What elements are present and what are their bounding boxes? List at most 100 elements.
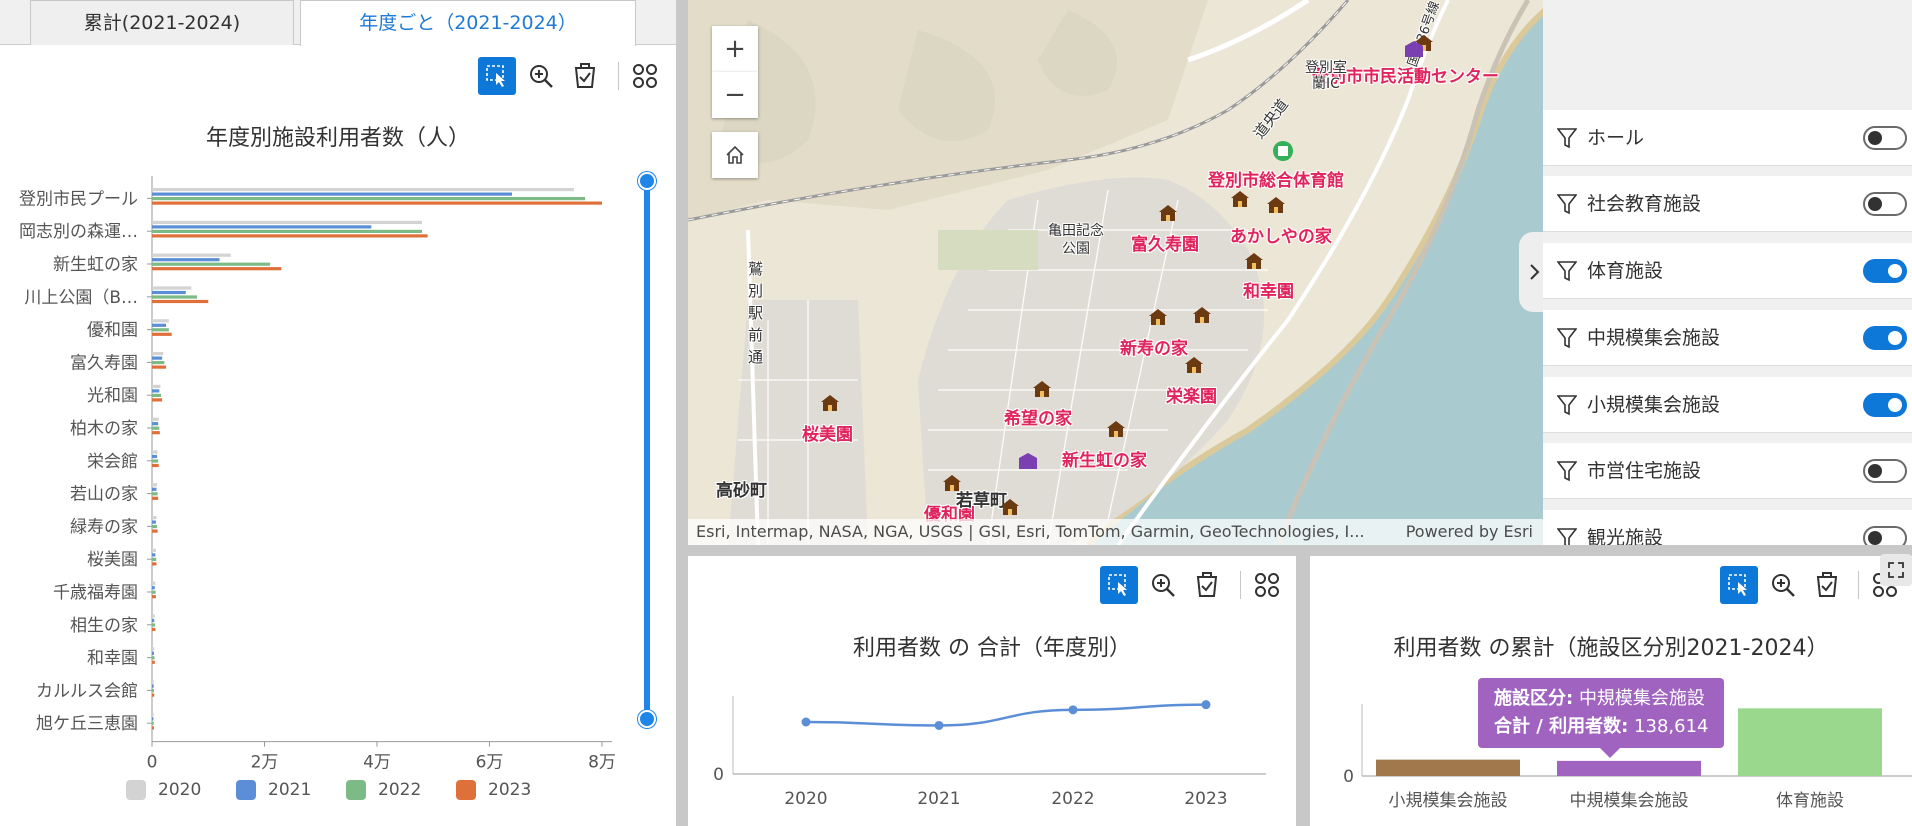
bar-2023 bbox=[152, 267, 282, 271]
zoom-in-button[interactable]: + bbox=[712, 26, 758, 72]
map-label-wakoen[interactable]: 和幸園 bbox=[1243, 277, 1294, 302]
bar-2023 bbox=[152, 595, 156, 599]
facility-marker-icon[interactable] bbox=[1244, 252, 1264, 270]
legend-swatch bbox=[126, 780, 146, 800]
bar-2023 bbox=[152, 398, 163, 402]
y-tick-label: 0 bbox=[1343, 767, 1354, 787]
tab-cumulative[interactable]: 累計(2021-2024) bbox=[30, 0, 294, 45]
map-label-takasago: 高砂町 bbox=[716, 481, 767, 501]
bar-2022 bbox=[152, 590, 156, 594]
bar-2023 bbox=[152, 299, 209, 304]
map-attribution: Esri, Intermap, NASA, NGA, USGS | GSI, E… bbox=[688, 519, 1543, 545]
y-category-label: 相生の家 bbox=[70, 616, 138, 636]
facility-marker-icon[interactable] bbox=[1192, 306, 1212, 324]
filter-toggle-small-meeting[interactable] bbox=[1863, 393, 1907, 417]
bar-2020 bbox=[152, 286, 192, 290]
filter-row-sports[interactable]: 体育施設 bbox=[1543, 243, 1912, 299]
bar-2023 bbox=[152, 463, 159, 468]
map-label-kibou[interactable]: 希望の家 bbox=[1004, 404, 1072, 429]
filter-row-social-education[interactable]: 社会教育施設 bbox=[1543, 176, 1912, 232]
bar-2022 bbox=[152, 295, 197, 299]
bar-2023 bbox=[152, 562, 157, 566]
filter-toggle-public-housing[interactable] bbox=[1863, 459, 1907, 483]
filter-toggle-hall[interactable] bbox=[1863, 126, 1907, 150]
y-category-label: 川上公園（B… bbox=[24, 288, 138, 308]
facility-marker-icon[interactable] bbox=[1184, 356, 1204, 374]
filter-icon bbox=[1557, 528, 1577, 545]
legend-swatch bbox=[456, 780, 476, 800]
filter-row-tourism[interactable]: 観光施設 bbox=[1543, 510, 1912, 545]
facility-marker-icon[interactable] bbox=[1148, 308, 1168, 326]
bar-2020 bbox=[152, 483, 158, 487]
hall-marker-icon[interactable] bbox=[1018, 452, 1038, 470]
y-category-label: 千歳福寿園 bbox=[53, 583, 138, 603]
facility-marker-icon[interactable] bbox=[1106, 420, 1126, 438]
map-label-akashiya[interactable]: あかしやの家 bbox=[1230, 222, 1332, 247]
map-label-ouhien[interactable]: 桜美園 bbox=[802, 420, 853, 445]
gymnasium-marker-icon[interactable] bbox=[1272, 140, 1294, 162]
filter-toggle-medium-meeting[interactable] bbox=[1863, 326, 1907, 350]
bar-2022 bbox=[152, 229, 422, 233]
filter-toggle-tourism[interactable] bbox=[1863, 526, 1907, 545]
chart-tooltip: 施設区分: 中規模集会施設 合計 / 利用者数: 138,614 bbox=[1478, 678, 1725, 758]
filter-icon bbox=[1557, 128, 1577, 149]
map-label-gymnasium[interactable]: 登別市総合体育館 bbox=[1208, 166, 1344, 191]
map-label-ic: 登別室蘭IC bbox=[1305, 60, 1347, 92]
selection-button[interactable] bbox=[478, 57, 516, 95]
legend-item-2020[interactable]: 2020 bbox=[126, 780, 236, 800]
map-label-eirakuen[interactable]: 栄楽園 bbox=[1166, 382, 1217, 407]
powered-by-esri[interactable]: Powered by Esri bbox=[1406, 519, 1533, 545]
zoom-button[interactable] bbox=[522, 57, 560, 95]
map-label-shinsei[interactable]: 新生虹の家 bbox=[1062, 446, 1147, 471]
filter-toggle-social-education[interactable] bbox=[1863, 192, 1907, 216]
map-label-fukujuen[interactable]: 富久寿園 bbox=[1131, 230, 1199, 255]
bar-2023 bbox=[152, 201, 602, 205]
line-point bbox=[934, 720, 944, 730]
bar-2022 bbox=[152, 557, 157, 561]
legend-item-2022[interactable]: 2022 bbox=[346, 780, 456, 800]
facility-marker-icon[interactable] bbox=[1032, 380, 1052, 398]
clear-selection-button[interactable] bbox=[566, 57, 604, 95]
filter-row-medium-meeting[interactable]: 中規模集会施設 bbox=[1543, 310, 1912, 366]
facility-marker-icon[interactable] bbox=[1266, 196, 1286, 214]
facility-marker-icon[interactable] bbox=[942, 474, 962, 492]
line-chart: 0 2020 2021 2022 2023 bbox=[713, 696, 1266, 809]
bar-chart-panel: 利用者数 の累計（施設区分別2021-2024） 0 小規模集会施設 中規模集会施設… bbox=[1310, 556, 1912, 826]
bar-2021 bbox=[152, 684, 154, 688]
zoom-icon bbox=[530, 65, 553, 88]
x-tick-label: 0 bbox=[147, 753, 158, 773]
bar-2023 bbox=[152, 431, 160, 435]
scrollbar-handle-bottom[interactable] bbox=[638, 710, 656, 728]
facility-marker-icon[interactable] bbox=[820, 394, 840, 412]
facility-marker-icon[interactable] bbox=[1000, 498, 1020, 516]
legend-item-2021[interactable]: 2021 bbox=[236, 780, 346, 800]
x-tick-label: 2022 bbox=[1051, 789, 1094, 809]
facility-marker-icon[interactable] bbox=[1158, 204, 1178, 222]
bar-2021 bbox=[152, 192, 512, 196]
map-view[interactable]: 登別市市民活動センター 登別市総合体育館 亀田記念公園 富久寿園 あかしやの家 … bbox=[688, 0, 1543, 545]
expand-button[interactable] bbox=[1880, 554, 1912, 586]
filter-icon bbox=[1557, 261, 1577, 282]
toolbar-separator bbox=[618, 62, 619, 90]
filter-toggle-sports[interactable] bbox=[1863, 259, 1907, 283]
bar-2021 bbox=[152, 651, 154, 655]
y-category-label: 若山の家 bbox=[70, 485, 138, 505]
chevron-right-icon bbox=[1530, 264, 1540, 280]
legend-item-2023[interactable]: 2023 bbox=[456, 780, 566, 800]
scrollbar-handle-top[interactable] bbox=[638, 172, 656, 190]
grid-button[interactable] bbox=[626, 57, 664, 95]
filter-row-public-housing[interactable]: 市営住宅施設 bbox=[1543, 443, 1912, 499]
bar-2021 bbox=[152, 454, 158, 459]
filter-row-hall[interactable]: ホール bbox=[1543, 110, 1912, 166]
facility-marker-icon[interactable] bbox=[1230, 190, 1250, 208]
bar-2021 bbox=[152, 290, 186, 295]
hall-marker-icon[interactable] bbox=[1404, 40, 1424, 58]
tab-by-year[interactable]: 年度ごと（2021-2024） bbox=[300, 0, 636, 46]
map-label-shinju[interactable]: 新寿の家 bbox=[1120, 334, 1188, 359]
filter-row-small-meeting[interactable]: 小規模集会施設 bbox=[1543, 377, 1912, 433]
chart-scrollbar[interactable] bbox=[644, 176, 650, 724]
zoom-out-button[interactable]: − bbox=[712, 72, 758, 118]
home-button[interactable] bbox=[712, 132, 758, 178]
selection-icon bbox=[486, 65, 505, 87]
left-chart-title: 年度別施設利用者数（人） bbox=[205, 126, 470, 151]
